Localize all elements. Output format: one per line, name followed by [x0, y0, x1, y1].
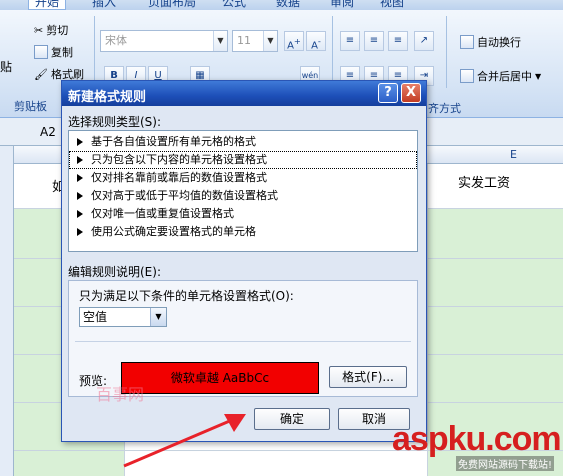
- tab-formulas[interactable]: 公式: [222, 0, 246, 10]
- font-name-combo[interactable]: 宋体 ▼: [100, 30, 228, 52]
- triangle-right-icon: [77, 174, 83, 182]
- align-top-icon[interactable]: ≡: [340, 31, 360, 51]
- font-size-value: 11: [237, 34, 251, 47]
- divider: [75, 341, 411, 342]
- merge-icon: [460, 69, 474, 83]
- chevron-down-icon[interactable]: ▼: [213, 31, 227, 51]
- close-button[interactable]: X: [401, 83, 421, 103]
- rule-item-label: 仅对唯一值或重复值设置格式: [91, 207, 234, 220]
- rule-item-label: 基于各自值设置所有单元格的格式: [91, 135, 256, 148]
- merge-center-label: 合并后居中: [477, 70, 532, 83]
- wrap-text-label: 自动换行: [477, 36, 521, 49]
- tab-insert[interactable]: 插入: [92, 0, 116, 10]
- brush-icon: 🖌: [34, 67, 48, 81]
- condition-select[interactable]: 空值 ▼: [79, 307, 167, 327]
- annotation-arrow-icon: [123, 414, 246, 468]
- grow-font-button[interactable]: A+: [284, 31, 304, 51]
- rule-item[interactable]: 仅对唯一值或重复值设置格式: [69, 205, 417, 223]
- chevron-down-icon[interactable]: ▼: [535, 72, 541, 81]
- format-button[interactable]: 格式(F)...: [329, 366, 407, 388]
- rule-item-label: 仅对排名靠前或靠后的数值设置格式: [91, 171, 267, 184]
- chevron-down-icon[interactable]: ▼: [263, 31, 277, 51]
- tab-data[interactable]: 数据: [276, 0, 300, 10]
- copy-button[interactable]: 复制: [34, 44, 73, 60]
- triangle-right-icon: [77, 192, 83, 200]
- wrap-text-button[interactable]: 自动换行: [460, 34, 521, 50]
- name-box[interactable]: A2: [40, 125, 56, 139]
- align-bottom-icon[interactable]: ≡: [388, 31, 408, 51]
- rule-item-selected[interactable]: 只为包含以下内容的单元格设置格式: [69, 151, 417, 169]
- paste-label: 贴: [0, 60, 13, 74]
- rule-item[interactable]: 仅对高于或低于平均值的数值设置格式: [69, 187, 417, 205]
- tab-page-layout[interactable]: 页面布局: [148, 0, 196, 10]
- rule-item[interactable]: 基于各自值设置所有单元格的格式: [69, 133, 417, 151]
- triangle-right-icon: [77, 210, 83, 218]
- tab-home[interactable]: 开始: [28, 0, 67, 10]
- ribbon-separator: [446, 16, 447, 88]
- font-name-value: 宋体: [105, 34, 127, 47]
- wrap-text-icon: [460, 35, 474, 49]
- merge-center-button[interactable]: 合并后居中 ▼: [460, 68, 541, 84]
- cell-header-net-pay[interactable]: 实发工资: [458, 172, 510, 191]
- orientation-icon[interactable]: ↗: [414, 31, 434, 51]
- column-header-e[interactable]: E: [510, 148, 517, 161]
- align-middle-icon[interactable]: ≡: [364, 31, 384, 51]
- scissors-icon: ✂: [34, 23, 44, 37]
- triangle-right-icon: [77, 138, 83, 146]
- triangle-right-icon: [77, 228, 83, 236]
- rule-item-label: 只为包含以下内容的单元格设置格式: [91, 153, 267, 166]
- condition-label: 只为满足以下条件的单元格设置格式(O):: [79, 289, 294, 303]
- dialog-titlebar[interactable]: 新建格式规则 ? X: [62, 81, 426, 106]
- rule-item[interactable]: 仅对排名靠前或靠后的数值设置格式: [69, 169, 417, 187]
- copy-label: 复制: [51, 46, 73, 59]
- shrink-font-button[interactable]: A-: [306, 31, 326, 51]
- chevron-down-icon[interactable]: ▼: [150, 308, 166, 326]
- dialog-title: 新建格式规则: [68, 90, 147, 105]
- rule-item-label: 仅对高于或低于平均值的数值设置格式: [91, 189, 278, 202]
- triangle-right-icon: [77, 156, 83, 164]
- format-preview: 微软卓越 AaBbCc: [121, 362, 319, 394]
- edit-description-label: 编辑规则说明(E):: [68, 265, 161, 279]
- ok-button[interactable]: 确定: [254, 408, 330, 430]
- cut-label: 剪切: [46, 24, 69, 37]
- rule-description-panel: 只为满足以下条件的单元格设置格式(O): 空值 ▼ 预览: 微软卓越 AaBbC…: [68, 280, 418, 397]
- rule-item-label: 使用公式确定要设置格式的单元格: [91, 225, 256, 238]
- alignment-group-label: 齐方式: [428, 102, 461, 115]
- paste-button[interactable]: 贴: [0, 58, 12, 75]
- font-size-combo[interactable]: 11 ▼: [232, 30, 278, 52]
- rule-type-list[interactable]: 基于各自值设置所有单元格的格式 只为包含以下内容的单元格设置格式 仅对排名靠前或…: [68, 130, 418, 252]
- row-headers: [0, 146, 14, 476]
- site-watermark-subtitle: 免费网站源码下载站!: [456, 456, 555, 471]
- tab-review[interactable]: 审阅: [330, 0, 354, 10]
- site-watermark: aspku.com: [392, 420, 562, 458]
- tab-view[interactable]: 视图: [380, 0, 404, 10]
- copy-icon: [34, 45, 48, 59]
- clipboard-group-label: 剪贴板: [14, 100, 47, 113]
- ribbon-tab-bar: 开始 插入 页面布局 公式 数据 审阅 视图: [0, 0, 563, 10]
- cut-button[interactable]: ✂ 剪切: [34, 22, 68, 38]
- help-button[interactable]: ?: [378, 83, 398, 103]
- rule-type-label: 选择规则类型(S):: [68, 115, 162, 129]
- rule-item[interactable]: 使用公式确定要设置格式的单元格: [69, 223, 417, 241]
- condition-value: 空值: [83, 310, 108, 324]
